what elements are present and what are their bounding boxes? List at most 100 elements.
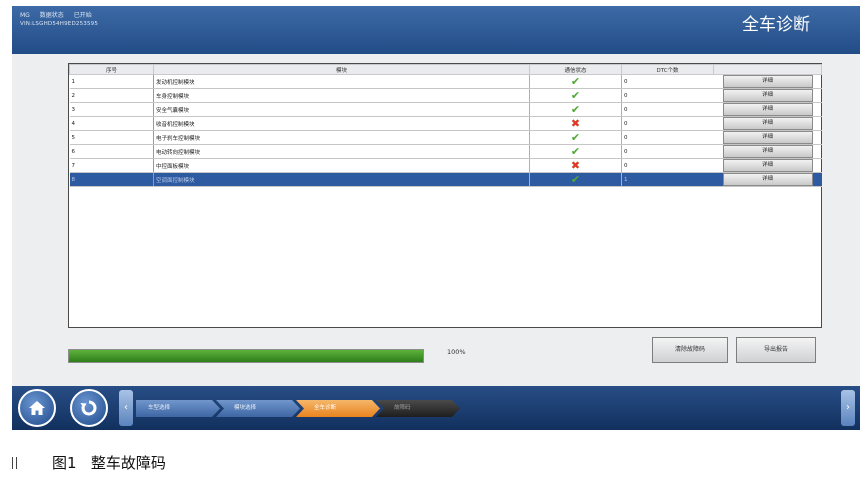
- page-title: 全车诊断: [742, 15, 810, 35]
- comm-status-cell: ✔: [529, 74, 622, 89]
- figure-title: 整车故障码: [90, 454, 166, 472]
- dtc-count: 0: [621, 130, 714, 145]
- export-report-button[interactable]: 导出报告: [736, 337, 816, 363]
- details-button[interactable]: 详细: [722, 75, 813, 88]
- column-header-module: 模块: [153, 64, 530, 75]
- module-name: 收音机控制模块: [153, 116, 530, 131]
- table-row[interactable]: 7 中控面板模块 ✖ 0 详细: [69, 158, 822, 173]
- app-header: MG 数据状态 已开始 VIN:LSGHD54H9ED253595 全车诊断: [12, 6, 860, 54]
- action-cell: 详细: [713, 74, 822, 89]
- action-cell: 详细: [713, 88, 822, 103]
- dtc-count: 0: [621, 144, 714, 159]
- check-icon: ✔: [570, 75, 581, 88]
- details-button[interactable]: 详细: [722, 159, 813, 172]
- comm-status-cell: ✖: [529, 116, 622, 131]
- row-number: 4: [69, 116, 154, 131]
- column-header-dtc: DTC个数: [621, 64, 714, 75]
- comm-status-cell: ✔: [529, 88, 622, 103]
- row-number: 8: [69, 172, 154, 187]
- module-name: 空调面控制模块: [153, 172, 530, 187]
- table-row[interactable]: 4 收音机控制模块 ✖ 0 详细: [69, 116, 822, 131]
- status-value: 已开始: [73, 12, 92, 19]
- comm-status-cell: ✔: [529, 144, 622, 159]
- column-header-action: [713, 64, 822, 75]
- dtc-count: 0: [621, 102, 714, 117]
- check-icon: ✔: [570, 89, 581, 102]
- details-button[interactable]: 详细: [722, 145, 813, 158]
- row-number: 2: [69, 88, 154, 103]
- data-status-label: 数据状态: [39, 12, 64, 19]
- chevron-right-icon: ›: [846, 402, 850, 413]
- bottom-nav-bar: ‹ 车型选择 模块选择 全车诊断 故障码 ›: [12, 386, 860, 430]
- comm-status-cell: ✔: [529, 102, 622, 117]
- table-row[interactable]: 2 车身控制模块 ✔ 0 详细: [69, 88, 822, 103]
- table-row[interactable]: 5 电子刹车控制模块 ✔ 0 详细: [69, 130, 822, 145]
- table-row[interactable]: 8 空调面控制模块 ✔ 1 详细: [69, 172, 822, 187]
- dtc-count: 0: [621, 74, 714, 89]
- chevron-left-icon: ‹: [124, 402, 128, 413]
- details-button[interactable]: 详细: [722, 103, 813, 116]
- vin-label: VIN:LSGHD54H9ED253595: [20, 21, 99, 27]
- details-button[interactable]: 详细: [722, 131, 813, 144]
- dtc-count: 0: [621, 116, 714, 131]
- scroll-right-button[interactable]: ›: [841, 390, 855, 426]
- column-header-no: 序号: [69, 64, 154, 75]
- comm-status-cell: ✔: [529, 130, 622, 145]
- table-row[interactable]: 3 安全气囊模块 ✔ 0 详细: [69, 102, 822, 117]
- dtc-count: 0: [621, 158, 714, 173]
- figure-label: 图1: [52, 454, 77, 472]
- header-status-line: MG 数据状态 已开始: [20, 10, 100, 19]
- row-number: 1: [69, 74, 154, 89]
- check-icon: ✔: [570, 103, 581, 116]
- refresh-back-icon: [80, 400, 97, 416]
- dtc-count: 0: [621, 88, 714, 103]
- module-table: 序号 模块 通信状态 DTC个数 1 发动机控制模块 ✔ 0 详细 2 车身控制模块 ✔ 0 详细…: [68, 63, 822, 328]
- action-cell: 详细: [713, 144, 822, 159]
- comm-status-cell: ✔: [529, 172, 622, 187]
- table-row[interactable]: 1 发动机控制模块 ✔ 0 详细: [69, 74, 822, 89]
- breadcrumb-dtc[interactable]: 故障码: [376, 400, 460, 417]
- diagnostic-screen: MG 数据状态 已开始 VIN:LSGHD54H9ED253595 全车诊断 序…: [12, 6, 860, 430]
- cross-icon: ✖: [570, 117, 581, 130]
- dtc-count: 1: [621, 172, 714, 187]
- module-name: 电子刹车控制模块: [153, 130, 530, 145]
- comm-status-cell: ✖: [529, 158, 622, 173]
- home-button[interactable]: [18, 389, 56, 427]
- module-name: 电动转向控制模块: [153, 144, 530, 159]
- module-name: 中控面板模块: [153, 158, 530, 173]
- module-name: 发动机控制模块: [153, 74, 530, 89]
- cross-icon: ✖: [570, 159, 581, 172]
- breadcrumb-full-diagnosis[interactable]: 全车诊断: [296, 400, 380, 417]
- row-number: 3: [69, 102, 154, 117]
- column-header-status: 通信状态: [529, 64, 622, 75]
- figure-caption: 图1 整车故障码: [52, 452, 166, 473]
- progress-bar: [68, 349, 424, 363]
- action-cell: 详细: [713, 102, 822, 117]
- action-cell: 详细: [713, 172, 822, 187]
- row-number: 5: [69, 130, 154, 145]
- progress-fill: [69, 350, 423, 362]
- clear-dtc-button[interactable]: 清除故障码: [652, 337, 728, 363]
- table-row[interactable]: 6 电动转向控制模块 ✔ 0 详细: [69, 144, 822, 159]
- module-name: 车身控制模块: [153, 88, 530, 103]
- row-number: 7: [69, 158, 154, 173]
- breadcrumb-vehicle-select[interactable]: 车型选择: [136, 400, 220, 417]
- action-cell: 详细: [713, 130, 822, 145]
- check-icon: ✔: [570, 173, 581, 186]
- details-button[interactable]: 详细: [722, 117, 813, 130]
- action-cell: 详细: [713, 116, 822, 131]
- progress-percent: 100%: [447, 348, 466, 356]
- home-icon: [29, 401, 45, 415]
- row-number: 6: [69, 144, 154, 159]
- caption-marker: [12, 457, 17, 469]
- scroll-left-button[interactable]: ‹: [119, 390, 133, 426]
- action-cell: 详细: [713, 158, 822, 173]
- breadcrumb-module-select[interactable]: 模块选择: [216, 400, 300, 417]
- details-button[interactable]: 详细: [722, 173, 813, 186]
- brand-label: MG: [20, 12, 30, 19]
- table-header-row: 序号 模块 通信状态 DTC个数: [69, 64, 822, 75]
- module-name: 安全气囊模块: [153, 102, 530, 117]
- back-button[interactable]: [70, 389, 108, 427]
- check-icon: ✔: [570, 131, 581, 144]
- details-button[interactable]: 详细: [722, 89, 813, 102]
